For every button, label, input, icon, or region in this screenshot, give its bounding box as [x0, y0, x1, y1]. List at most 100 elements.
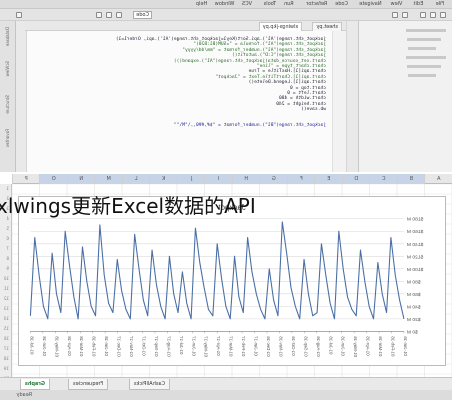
x-tick-label: 01-Apr-16 [366, 336, 371, 356]
project-panel [358, 21, 452, 172]
column-d[interactable]: D [342, 174, 370, 184]
column-j[interactable]: J [177, 174, 205, 184]
y-tick-label: $40 M [407, 304, 421, 310]
x-tick-label: 01-Feb-16 [391, 336, 396, 357]
sheet-tab-frequencies[interactable]: Frequencies [68, 379, 108, 390]
x-tick-label: 01-Apr-18 [67, 336, 72, 356]
tool-window-favorites[interactable]: Favorites [5, 129, 10, 147]
row-number[interactable]: 2 [6, 196, 9, 201]
x-tick-label: 01-Sep-16 [303, 336, 308, 357]
menu-item-vcs[interactable]: VCS [242, 1, 252, 7]
tool-window-sciview[interactable]: SciView [5, 61, 10, 76]
menu-item-run[interactable]: Run [284, 1, 294, 7]
tool-window-database[interactable]: Database [5, 27, 10, 46]
x-tick-label: 01-Jun-16 [341, 336, 346, 356]
column-c[interactable]: C [369, 174, 397, 184]
run-config-select[interactable]: Code [133, 11, 152, 19]
project-tree-row[interactable] [406, 29, 446, 32]
column-e[interactable]: E [314, 174, 342, 184]
editor-tab[interactable]: xlwings-jkp.py [258, 22, 303, 31]
row-number[interactable]: 1 [6, 186, 9, 191]
status-bar: Ready [0, 390, 452, 400]
row-number[interactable]: 18 [4, 356, 9, 361]
status-text: Ready [16, 392, 32, 398]
column-f[interactable]: F [287, 174, 315, 184]
sheet-tab-cashallpicks[interactable]: CashAllPicks [128, 379, 170, 390]
menu-item-navigate[interactable]: Navigate [359, 1, 381, 7]
code-line: jackpot_sht.range("C:D").autofit() [231, 53, 326, 59]
column-m[interactable]: M [94, 174, 122, 184]
y-tick-label: $120 M [407, 254, 423, 260]
forward-icon[interactable] [392, 12, 398, 18]
menu-item-view[interactable]: View [391, 1, 403, 7]
row-number[interactable]: 5 [6, 226, 9, 231]
menu-item-refactor[interactable]: Refactor [306, 1, 327, 7]
y-tick-label: $140 M [407, 242, 423, 248]
x-tick-label: 01-Apr-17 [216, 336, 221, 356]
column-k[interactable]: K [149, 174, 177, 184]
stop-icon[interactable] [96, 12, 102, 18]
project-tree-row[interactable] [407, 38, 441, 41]
row-number[interactable]: 12 [4, 296, 9, 301]
row-number[interactable]: 19 [4, 366, 9, 371]
menu-item-file[interactable]: File [436, 1, 444, 7]
ide-toolbar: Code [0, 9, 452, 21]
y-tick-label: $100 M [407, 267, 423, 273]
code-editor[interactable]: sheet.py xlwings-jkp.py jackpot_sht.range… [25, 21, 347, 172]
menu-item-window[interactable]: Window [215, 1, 235, 7]
tool-window-structure[interactable]: Structure [5, 95, 10, 114]
menu-item-edit[interactable]: Edit [414, 1, 424, 7]
row-number[interactable]: 16 [4, 336, 9, 341]
row-number[interactable]: 4 [6, 216, 9, 221]
editor-tab[interactable]: sheet.py [312, 22, 342, 31]
code-line: chart.api[1].HasTitle = True [248, 69, 326, 75]
y-tick-label: $80 M [407, 279, 421, 285]
back-icon[interactable] [402, 12, 408, 18]
x-tick-label: 01-Jul-17 [179, 336, 184, 355]
column-g[interactable]: G [259, 174, 287, 184]
column-n[interactable]: N [67, 174, 95, 184]
row-number[interactable]: 8 [6, 256, 9, 261]
row-number[interactable]: 6 [6, 236, 9, 241]
row-number[interactable]: 7 [6, 246, 9, 251]
jackpot-chart[interactable]: Jackpot $0 M $20 M $40 M $60 M $80 M $100 M $12… [18, 196, 446, 366]
open-icon[interactable] [440, 12, 446, 18]
code-line: chart.api[1].Legend.Delete() [248, 80, 326, 86]
x-tick-label: 01-Jan-18 [104, 336, 109, 356]
project-tree-row[interactable] [408, 47, 436, 50]
column-p[interactable]: P [12, 174, 40, 184]
code-line: jackpot_sht.range("B1").number_format = … [173, 122, 326, 128]
column-h[interactable]: H [232, 174, 260, 184]
menu-item-code[interactable]: Code [335, 1, 348, 7]
project-tree-row[interactable] [408, 74, 436, 77]
code-line: chart.top = 0 [290, 85, 326, 91]
column-o[interactable]: O [39, 174, 67, 184]
project-tree-row[interactable] [407, 65, 441, 68]
row-number[interactable]: 17 [4, 346, 9, 351]
project-tree-row[interactable] [406, 56, 446, 59]
sheet-tab-graphs[interactable]: Graphs [19, 379, 50, 390]
save-icon[interactable] [430, 12, 436, 18]
row-number[interactable]: 10 [4, 276, 9, 281]
column-b[interactable]: B [397, 174, 425, 184]
debug-icon[interactable] [106, 12, 112, 18]
x-tick-label: 01-Mar-16 [378, 336, 383, 357]
menu-item-help[interactable]: Help [196, 1, 207, 7]
row-number[interactable]: 13 [4, 306, 9, 311]
y-tick-label: $20 M [407, 317, 421, 323]
menu-item-tools[interactable]: Tools [264, 1, 276, 7]
row-number[interactable]: 11 [4, 286, 9, 291]
column-a[interactable]: A [424, 174, 452, 184]
row-number[interactable]: 14 [4, 316, 9, 321]
row-number[interactable]: 15 [4, 326, 9, 331]
screenshot-stage: File Edit View Navigate Code Refactor Run Tools… [0, 0, 452, 400]
search-icon[interactable] [16, 12, 22, 18]
column-l[interactable]: L [122, 174, 150, 184]
x-tick-label: 01-May-18 [54, 336, 59, 357]
refresh-icon[interactable] [420, 12, 426, 18]
run-icon[interactable] [116, 12, 122, 18]
x-tick-label: 01-Mar-17 [229, 336, 234, 357]
row-number[interactable]: 9 [6, 266, 9, 271]
column-i[interactable]: I [204, 174, 232, 184]
row-number[interactable]: 3 [6, 206, 9, 211]
